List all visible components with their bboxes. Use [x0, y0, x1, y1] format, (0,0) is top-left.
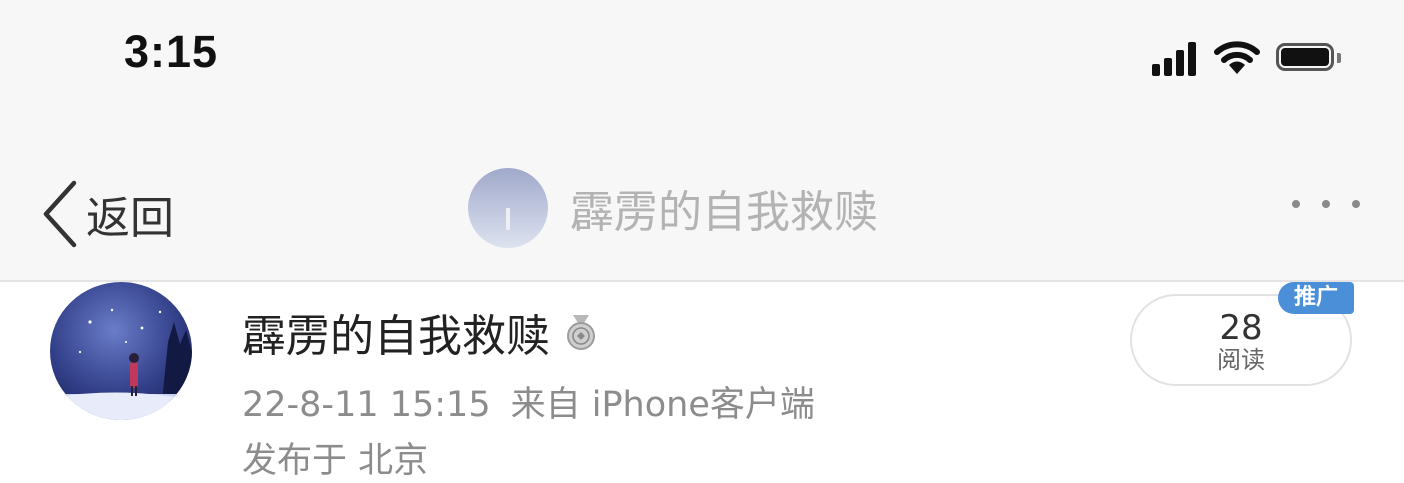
author-name[interactable]: 霹雳的自我救赎	[242, 300, 550, 364]
more-dot	[1352, 200, 1360, 208]
read-count-value: 28	[1219, 308, 1263, 348]
nav-avatar	[468, 168, 548, 248]
back-button[interactable]: 返回	[40, 176, 174, 252]
post-meta: 22-8-11 15:15 来自 iPhone客户端	[242, 376, 815, 427]
read-count-label: 阅读	[1217, 346, 1265, 374]
nav-title[interactable]: 霹雳的自我救赎	[468, 166, 878, 250]
weibo-post-screen: 3:15 返回 霹雳的自我救赎 霹雳的自我救赎 22-8-11 15:15 来自…	[0, 0, 1404, 483]
post-date: 22-8-11 15:15	[242, 385, 491, 425]
nav-title-text: 霹雳的自我救赎	[570, 187, 878, 238]
cellular-signal-icon	[1152, 40, 1196, 76]
author-name-row: 霹雳的自我救赎	[242, 300, 598, 364]
promo-badge: 推广	[1278, 282, 1354, 314]
post-location: 发布于 北京	[242, 441, 429, 481]
more-dot	[1322, 200, 1330, 208]
back-label: 返回	[86, 193, 174, 244]
status-bar: 3:15	[0, 0, 1404, 120]
chevron-left-icon	[43, 180, 77, 248]
status-icons	[1152, 36, 1342, 80]
wifi-icon	[1214, 41, 1260, 74]
post-header: 霹雳的自我救赎 22-8-11 15:15 来自 iPhone客户端 发布于 北京…	[0, 282, 1404, 483]
navigation-bar: 返回 霹雳的自我救赎	[0, 120, 1404, 282]
medal-icon[interactable]	[564, 313, 598, 351]
status-time: 3:15	[124, 26, 219, 77]
more-button[interactable]	[1292, 200, 1360, 208]
author-avatar[interactable]	[50, 282, 192, 420]
battery-icon	[1276, 43, 1342, 73]
post-source: 来自 iPhone客户端	[510, 385, 815, 425]
more-dot	[1292, 200, 1300, 208]
